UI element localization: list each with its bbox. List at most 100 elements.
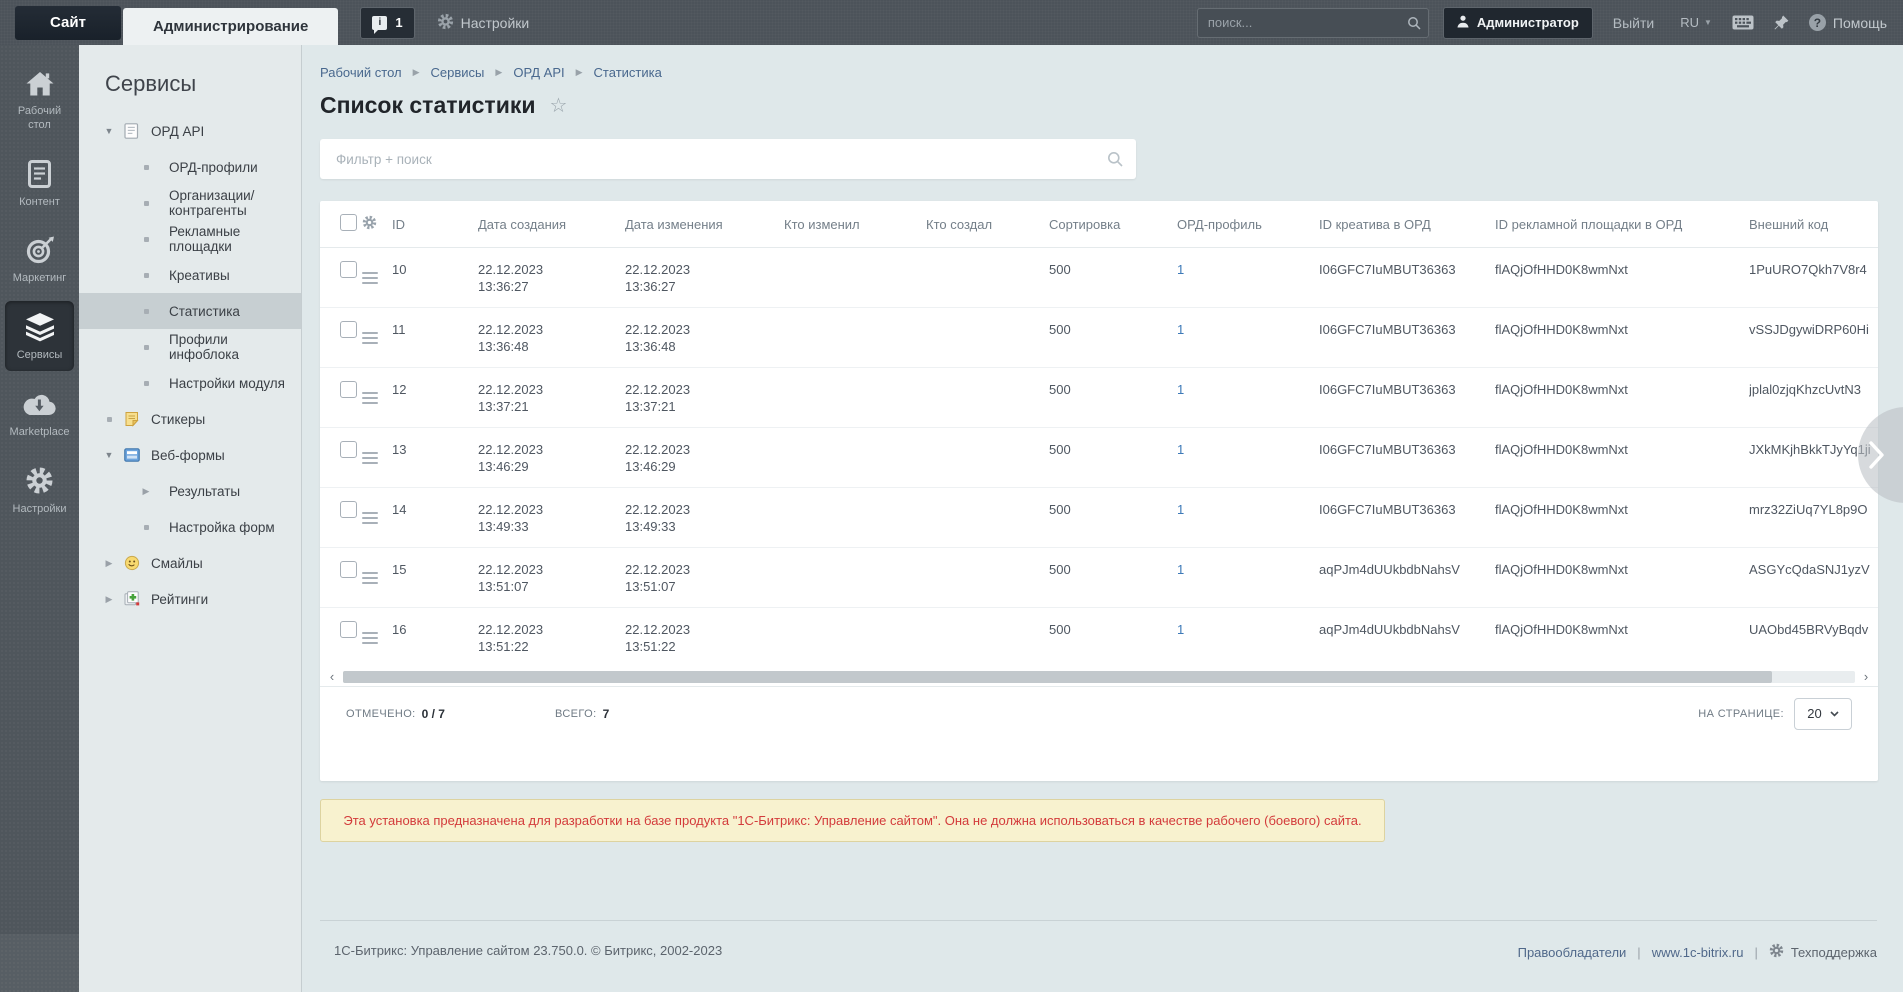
cell-modified: 22.12.2023 13:51:22 <box>625 607 784 668</box>
scrollbar-track[interactable] <box>343 670 1855 683</box>
row-menu-icon[interactable] <box>362 449 378 464</box>
chevron-collapsed-icon[interactable]: ▶ <box>102 558 116 569</box>
logout-link[interactable]: Выйти <box>1613 15 1654 31</box>
ord-profile-link[interactable]: 1 <box>1177 442 1184 457</box>
col-header-created-by[interactable]: Кто создал <box>926 201 1049 248</box>
menu-item-statistics[interactable]: Статистика <box>79 293 301 329</box>
breadcrumb-link[interactable]: Статистика <box>594 65 662 80</box>
bullet-icon <box>139 272 153 278</box>
cell-created: 22.12.2023 13:51:22 <box>478 607 625 668</box>
cell-platform-id: flAQjOfHHD0K8wmNxt <box>1495 307 1749 368</box>
row-checkbox[interactable] <box>340 621 357 638</box>
rail-item-marketplace[interactable]: Marketplace <box>5 378 74 448</box>
ord-profile-link[interactable]: 1 <box>1177 622 1184 637</box>
menu-item-module-settings[interactable]: Настройки модуля <box>79 365 301 401</box>
row-menu-icon[interactable] <box>362 509 378 524</box>
col-header-created[interactable]: Дата создания <box>478 201 625 248</box>
topbar-settings-button[interactable]: Настройки <box>437 13 529 33</box>
breadcrumb-link[interactable]: Сервисы <box>431 65 485 80</box>
filter-search-icon[interactable] <box>1107 151 1123 167</box>
col-header-platform-id[interactable]: ID рекламной площадки в ОРД <box>1495 201 1749 248</box>
user-menu-button[interactable]: Администратор <box>1442 6 1593 39</box>
grid-settings-gear-icon[interactable] <box>362 215 377 230</box>
col-header-modified-by[interactable]: Кто изменил <box>784 201 926 248</box>
page-size-select[interactable]: 20 <box>1794 697 1852 730</box>
row-checkbox[interactable] <box>340 441 357 458</box>
rail-item-settings[interactable]: Настройки <box>5 455 74 525</box>
ord-profile-link[interactable]: 1 <box>1177 502 1184 517</box>
breadcrumb-link[interactable]: Рабочий стол <box>320 65 402 80</box>
menu-item-ord-profiles[interactable]: ОРД-профили <box>79 149 301 185</box>
scroll-left-icon[interactable]: ‹ <box>326 670 338 683</box>
rail-collapse-area[interactable] <box>0 934 79 992</box>
horizontal-scrollbar[interactable]: ‹ › <box>320 668 1878 686</box>
chevron-collapsed-icon[interactable]: ▶ <box>139 486 153 497</box>
ord-profile-link[interactable]: 1 <box>1177 382 1184 397</box>
row-menu-icon[interactable] <box>362 629 378 644</box>
menu-item-smiles[interactable]: ▶ Смайлы <box>79 545 301 581</box>
chevron-expanded-icon[interactable]: ▼ <box>102 126 116 136</box>
col-header-creative-id[interactable]: ID креатива в ОРД <box>1319 201 1495 248</box>
menu-item-ad-platforms[interactable]: Рекламные площадки <box>79 221 301 257</box>
cell-ord-profile: 1 <box>1177 248 1319 308</box>
pin-icon[interactable] <box>1774 15 1789 31</box>
col-header-ord-profile[interactable]: ОРД-профиль <box>1177 201 1319 248</box>
menu-item-form-settings[interactable]: Настройка форм <box>79 509 301 545</box>
breadcrumb-link[interactable]: ОРД API <box>513 65 564 80</box>
chevron-collapsed-icon[interactable]: ▶ <box>102 594 116 605</box>
col-header-external-code[interactable]: Внешний код <box>1749 201 1878 248</box>
row-checkbox[interactable] <box>340 261 357 278</box>
admin-tab-button[interactable]: Администрирование <box>123 8 339 45</box>
ord-profile-link[interactable]: 1 <box>1177 322 1184 337</box>
support-link[interactable]: Техподдержка <box>1769 943 1877 961</box>
site-tab-button[interactable]: Сайт <box>15 5 121 40</box>
col-header-sort[interactable]: Сортировка <box>1049 201 1177 248</box>
rail-item-desktop[interactable]: Рабочий стол <box>5 57 74 141</box>
rights-holders-link[interactable]: Правообладатели <box>1518 945 1627 960</box>
filter-search-input[interactable] <box>320 151 1136 167</box>
scrollbar-thumb[interactable] <box>343 670 1772 683</box>
cell-modified: 22.12.2023 13:51:07 <box>625 547 784 608</box>
menu-item-ord-api[interactable]: ▼ ОРД API <box>79 113 301 149</box>
cell-modified: 22.12.2023 13:46:29 <box>625 427 784 488</box>
ord-profile-link[interactable]: 1 <box>1177 562 1184 577</box>
row-menu-icon[interactable] <box>362 329 378 344</box>
row-menu-icon[interactable] <box>362 569 378 584</box>
cell-sort: 500 <box>1049 307 1177 368</box>
rail-item-content[interactable]: Контент <box>5 148 74 218</box>
row-checkbox[interactable] <box>340 381 357 398</box>
cell-external-code: jplal0zjqKhzcUvtN3 <box>1749 367 1878 428</box>
row-menu-icon[interactable] <box>362 269 378 284</box>
topbar-search-input[interactable] <box>1196 7 1429 38</box>
row-checkbox[interactable] <box>340 561 357 578</box>
checked-value: 0 / 7 <box>421 706 445 721</box>
col-header-modified[interactable]: Дата изменения <box>625 201 784 248</box>
select-all-checkbox[interactable] <box>340 214 357 231</box>
notifications-button[interactable]: i 1 <box>360 6 415 39</box>
menu-item-stickers[interactable]: Стикеры <box>79 401 301 437</box>
row-checkbox[interactable] <box>340 321 357 338</box>
menu-item-results[interactable]: ▶ Результаты <box>79 473 301 509</box>
menu-item-ratings[interactable]: ▶ Рейтинги <box>79 581 301 617</box>
bitrix-site-link[interactable]: www.1c-bitrix.ru <box>1652 945 1744 960</box>
scroll-right-icon[interactable]: › <box>1860 670 1872 683</box>
menu-item-organizations[interactable]: Организации/контрагенты <box>79 185 301 221</box>
menu-item-infoblock-profiles[interactable]: Профили инфоблока <box>79 329 301 365</box>
chevron-expanded-icon[interactable]: ▼ <box>102 450 116 460</box>
col-header-id[interactable]: ID <box>392 201 478 248</box>
menu-item-creatives[interactable]: Креативы <box>79 257 301 293</box>
table-body: 10 22.12.2023 13:36:27 22.12.2023 13:36:27 50… <box>320 248 1878 668</box>
keyboard-icon[interactable] <box>1732 15 1754 30</box>
row-menu-icon[interactable] <box>362 389 378 404</box>
rail-item-services[interactable]: Сервисы <box>5 301 74 371</box>
cell-platform-id: flAQjOfHHD0K8wmNxt <box>1495 367 1749 428</box>
rail-item-marketing[interactable]: Маркетинг <box>5 224 74 294</box>
language-select[interactable]: RU ▼ <box>1680 15 1712 30</box>
favorite-star-icon[interactable]: ☆ <box>549 93 567 118</box>
row-checkbox[interactable] <box>340 501 357 518</box>
ord-profile-link[interactable]: 1 <box>1177 262 1184 277</box>
help-button[interactable]: ? Помощь <box>1808 14 1887 31</box>
menu-item-web-forms[interactable]: ▼ Веб-формы <box>79 437 301 473</box>
cell-platform-id: flAQjOfHHD0K8wmNxt <box>1495 547 1749 608</box>
search-icon[interactable] <box>1407 16 1421 30</box>
